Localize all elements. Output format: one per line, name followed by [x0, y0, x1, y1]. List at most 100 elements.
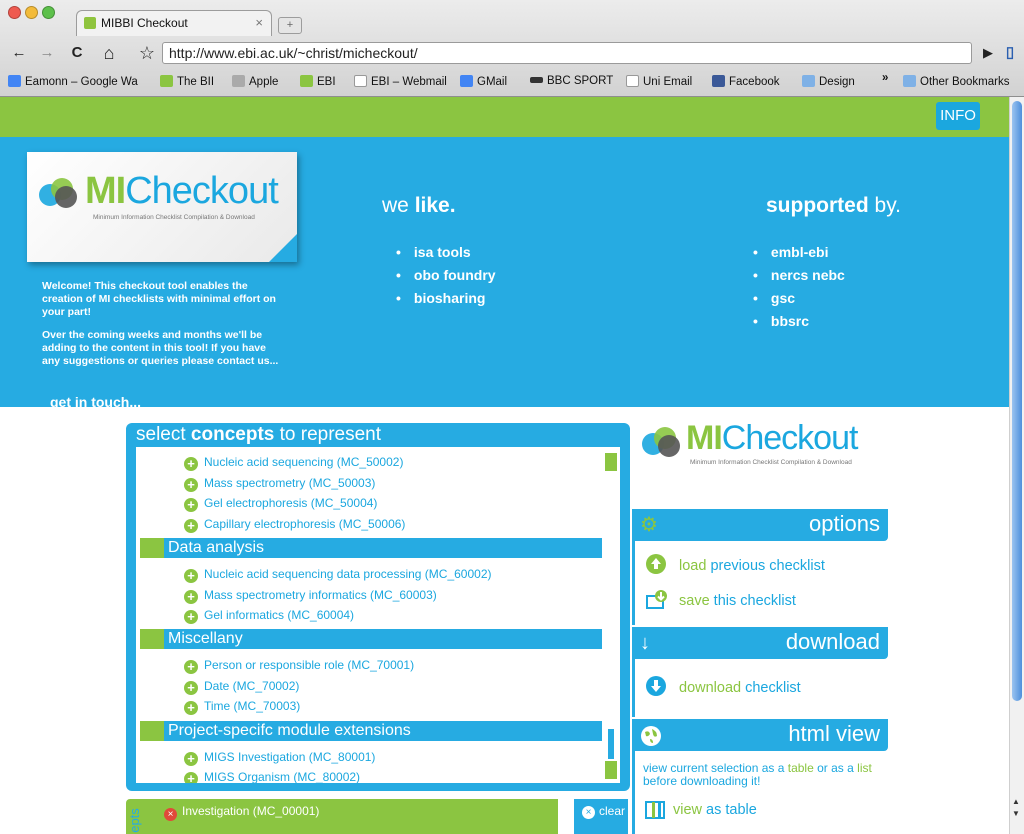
bookmark-item[interactable]: Apple	[232, 75, 278, 88]
scroll-thumb[interactable]	[608, 729, 614, 759]
concept-item[interactable]: + Mass spectrometry informatics (MC_60003…	[184, 588, 437, 604]
selected-concepts-label: epts	[126, 808, 142, 833]
download-icon	[646, 676, 666, 696]
upload-icon	[646, 554, 666, 574]
micheckout-logo-small: MICheckout Minimum Information Checklist…	[640, 419, 900, 469]
scroll-down-arrow-icon[interactable]: ▼	[1012, 809, 1020, 818]
zoom-window-button[interactable]	[42, 6, 55, 19]
download-checklist-button[interactable]: download checklist	[645, 675, 801, 697]
welcome-text: Welcome! This checkout tool enables the …	[42, 280, 279, 367]
concept-item[interactable]: + Capillary electrophoresis (MC_50006)	[184, 517, 405, 533]
supporter-link[interactable]: gsc	[753, 290, 845, 313]
info-button[interactable]: INFO	[936, 102, 980, 130]
concept-item[interactable]: + Gel electrophoresis (MC_50004)	[184, 496, 377, 512]
concept-item[interactable]: + MIGS Investigation (MC_80001)	[184, 750, 375, 766]
concept-item[interactable]: + Time (MC_70003)	[184, 699, 300, 715]
remove-icon[interactable]: ×	[164, 808, 177, 821]
scroll-up-arrow-icon[interactable]: ▲	[1012, 797, 1020, 806]
gears-icon: ⚙	[640, 514, 658, 536]
browser-toolbar: ← → C ⌂ ☆ http://www.ebi.ac.uk/~christ/m…	[0, 38, 1024, 68]
concept-item[interactable]: + Gel informatics (MC_60004)	[184, 608, 354, 624]
page-scrollbar[interactable]: ▲ ▼	[1009, 97, 1024, 834]
supporter-link[interactable]: embl-ebi	[753, 244, 845, 267]
add-icon: +	[184, 478, 198, 492]
close-tab-icon[interactable]: ×	[255, 15, 263, 30]
google-icon	[8, 75, 21, 87]
concept-group-header[interactable]: Miscellany	[140, 629, 602, 649]
add-icon: +	[184, 681, 198, 695]
other-bookmarks[interactable]: Other Bookmarks	[903, 75, 1009, 88]
clear-icon: ×	[582, 806, 595, 819]
concept-item[interactable]: + Nucleic acid sequencing data processing…	[184, 567, 492, 583]
like-link[interactable]: isa tools	[396, 244, 496, 267]
list-link[interactable]: list	[857, 761, 872, 775]
selected-item[interactable]: × Investigation (MC_00001)	[164, 804, 319, 821]
logo-mark-icon	[39, 178, 79, 208]
like-link[interactable]: biosharing	[396, 290, 496, 313]
view-as-table-button[interactable]: view as table	[645, 801, 757, 819]
folder-icon	[903, 75, 916, 87]
add-icon: +	[184, 569, 198, 583]
more-bookmarks-button[interactable]: »	[882, 72, 888, 84]
clear-button[interactable]: × clear	[574, 799, 628, 834]
save-checklist-button[interactable]: save this checklist	[645, 588, 796, 610]
bookmark-item[interactable]: EBI	[300, 75, 336, 88]
close-window-button[interactable]	[8, 6, 21, 19]
bookmark-item[interactable]: The BII	[160, 75, 214, 88]
home-button[interactable]: ⌂	[96, 42, 122, 64]
address-bar[interactable]: http://www.ebi.ac.uk/~christ/micheckout/	[162, 42, 972, 64]
browser-chrome: MIBBI Checkout × + ← → C ⌂ ☆ http://www.…	[0, 0, 1024, 97]
download-header: ↓ download	[632, 627, 888, 659]
tab-title: MIBBI Checkout	[101, 16, 188, 30]
micheckout-logo: MICheckout Minimum Information Checklist…	[27, 152, 297, 262]
bookmark-item[interactable]: Facebook	[712, 75, 780, 88]
concept-group-header[interactable]: Project-specifc module extensions	[140, 721, 602, 741]
new-tab-button[interactable]: +	[278, 17, 302, 34]
get-in-touch-link[interactable]: get in touch...	[50, 394, 141, 410]
concept-item[interactable]: + Person or responsible role (MC_70001)	[184, 658, 414, 674]
page-menu-button[interactable]: ▶	[978, 42, 998, 64]
concepts-scrollbar[interactable]	[605, 447, 617, 783]
scroll-up-button[interactable]	[605, 453, 617, 471]
concept-item[interactable]: + Mass spectrometry (MC_50003)	[184, 476, 375, 492]
like-link[interactable]: obo foundry	[396, 267, 496, 290]
page-scroll-thumb[interactable]	[1012, 101, 1022, 701]
page-icon	[626, 75, 639, 87]
concepts-title: select concepts to represent	[136, 424, 382, 445]
add-icon: +	[184, 660, 198, 674]
reload-button[interactable]: C	[64, 42, 90, 64]
concept-item[interactable]: + MIGS Organism (MC_80002)	[184, 770, 360, 783]
scroll-down-button[interactable]	[605, 761, 617, 779]
back-button[interactable]: ←	[8, 42, 30, 64]
table-icon	[645, 801, 665, 819]
google-icon	[460, 75, 473, 87]
save-icon	[646, 590, 667, 609]
page-icon	[354, 75, 367, 87]
load-checklist-button[interactable]: load previous checklist	[645, 553, 825, 575]
supporter-link[interactable]: nercs nebc	[753, 267, 845, 290]
selected-concepts: epts × Investigation (MC_00001)	[126, 799, 558, 834]
bookmark-item[interactable]: BBC SPORT	[530, 75, 613, 87]
bookmark-star-icon[interactable]: ☆	[136, 42, 158, 64]
add-icon: +	[184, 772, 198, 783]
add-icon: +	[184, 590, 198, 604]
tools-menu-button[interactable]: ▯	[1000, 42, 1020, 64]
concept-item[interactable]: + Nucleic acid sequencing (MC_50002)	[184, 455, 403, 471]
browser-tab[interactable]: MIBBI Checkout ×	[76, 10, 272, 36]
supporter-link[interactable]: bbsrc	[753, 313, 845, 336]
concept-group-header[interactable]: Data analysis	[140, 538, 602, 558]
bookmark-item[interactable]: GMail	[460, 75, 507, 88]
concepts-list[interactable]: + Nucleic acid sequencing (MC_50002) + Mas…	[136, 447, 620, 783]
table-link[interactable]: table	[788, 761, 814, 775]
options-header: ⚙ options	[632, 509, 888, 541]
bookmark-item[interactable]: EBI – Webmail	[354, 75, 447, 88]
bookmark-item[interactable]: Eamonn – Google Wa	[8, 75, 138, 88]
bookmark-item[interactable]: Uni Email	[626, 75, 692, 88]
supported-by-title: supported by.	[766, 194, 901, 217]
bookmarks-bar: Eamonn – Google Wa The BII Apple EBI EBI…	[0, 71, 1024, 95]
bookmark-item[interactable]: Design	[802, 75, 855, 88]
supporters-list: embl-ebi nercs nebc gsc bbsrc	[753, 244, 845, 336]
forward-button[interactable]: →	[36, 42, 58, 64]
minimize-window-button[interactable]	[25, 6, 38, 19]
concept-item[interactable]: + Date (MC_70002)	[184, 679, 299, 695]
